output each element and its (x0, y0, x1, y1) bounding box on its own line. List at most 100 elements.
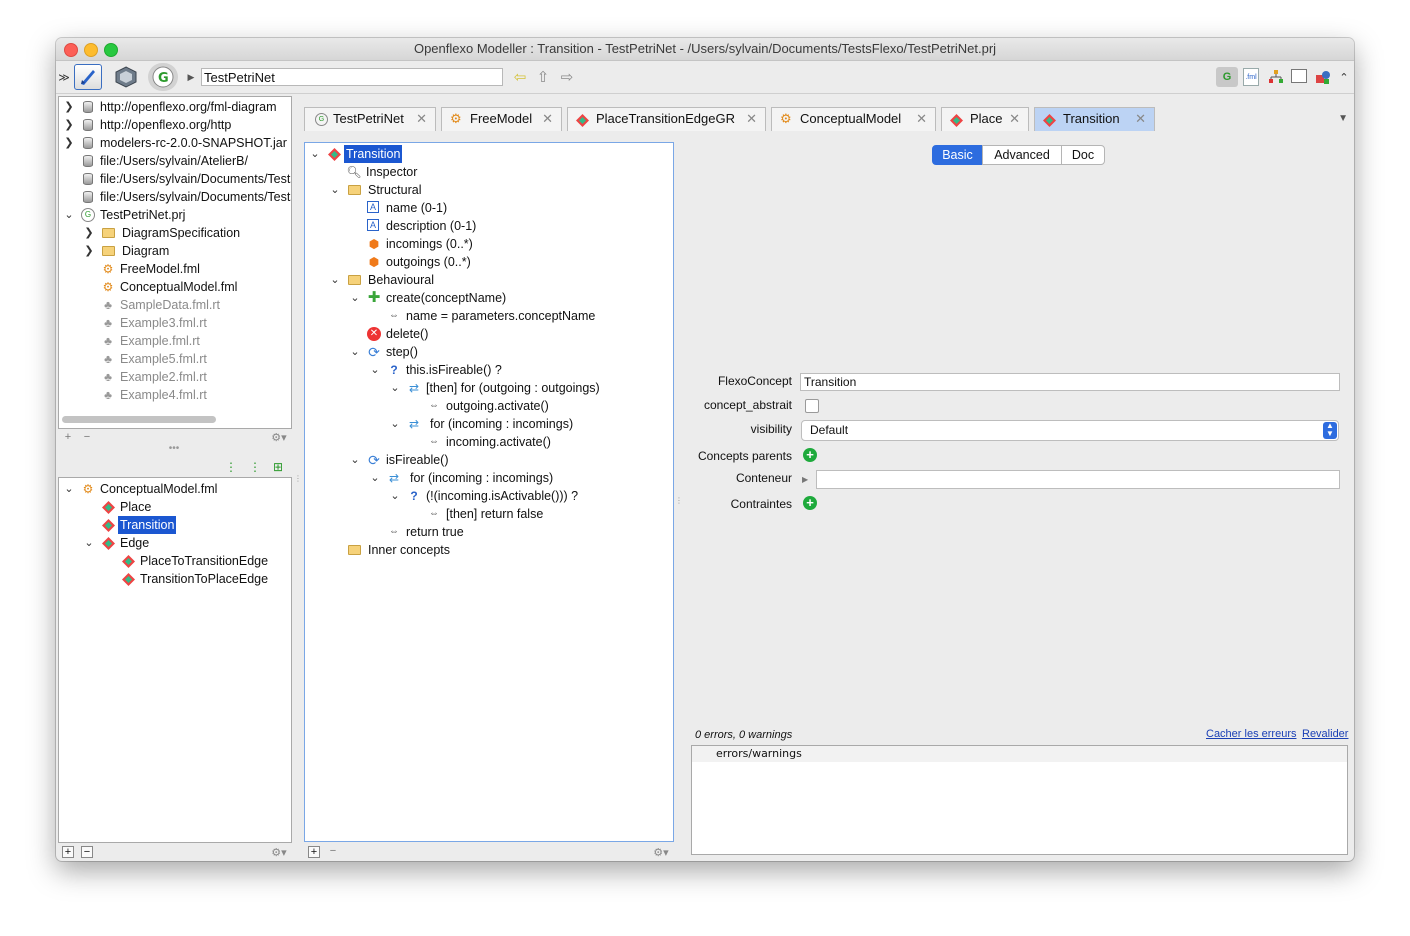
close-tab-icon[interactable]: ✕ (916, 108, 927, 130)
tree-layout-icon[interactable]: ⊞ (270, 459, 286, 475)
chevron-down-icon[interactable]: ⌄ (348, 289, 362, 307)
project-path-field[interactable]: TestPetriNet (201, 68, 503, 86)
add-structure-button[interactable]: + (308, 846, 320, 858)
conteneur-field[interactable] (816, 470, 1340, 489)
tab-freemodel[interactable]: ⚙ FreeModel ✕ (441, 107, 562, 131)
tree-item[interactable]: file:/Users/sylvain/Documents/TestsFlexo (59, 170, 291, 188)
tree-item[interactable]: A description (0-1) (305, 217, 673, 235)
tab-doc[interactable]: Doc (1061, 145, 1105, 165)
close-tab-icon[interactable]: ✕ (542, 108, 553, 130)
cube-perspective-icon[interactable] (112, 64, 140, 90)
chevron-right-icon[interactable]: ❯ (82, 224, 96, 242)
chevron-right-icon[interactable]: ❯ (62, 116, 76, 134)
tab-basic[interactable]: Basic (932, 145, 983, 165)
tree-item[interactable]: ♣ Example5.fml.rt (59, 350, 291, 368)
flexo-concept-field[interactable]: Transition (800, 373, 1340, 391)
tree-item[interactable]: ⇔ incoming.activate() (305, 433, 673, 451)
tree-item[interactable]: file:/Users/sylvain/Documents/TestsFlexo (59, 188, 291, 206)
split-handle-icon[interactable]: ••• (164, 443, 184, 454)
chevron-down-icon[interactable]: ⌄ (328, 271, 342, 289)
tree-item[interactable]: ♣ Example4.fml.rt (59, 386, 291, 404)
chevron-down-icon[interactable]: ⌄ (348, 343, 362, 361)
tree-item[interactable]: file:/Users/sylvain/AtelierB/ (59, 152, 291, 170)
tree-item[interactable]: ⌄ G TestPetriNet.prj (59, 206, 291, 224)
window-layout-icon[interactable] (1291, 69, 1307, 83)
chevron-down-icon[interactable]: ⌄ (368, 469, 382, 487)
horizontal-scrollbar[interactable] (62, 416, 216, 423)
tree-item[interactable]: ❯ http://openflexo.org/http (59, 116, 291, 134)
tree-item[interactable]: ♣ Example2.fml.rt (59, 368, 291, 386)
inspector-split-handle-icon[interactable]: ⋮ (675, 490, 683, 510)
tree-item[interactable]: 🔍︎ Inspector (305, 163, 673, 181)
remove-resource-button[interactable]: − (81, 432, 93, 444)
tree-item[interactable]: ⌄ Behavioural (305, 271, 673, 289)
chevron-down-icon[interactable]: ⌄ (308, 145, 322, 163)
tree-item[interactable]: ♣ SampleData.fml.rt (59, 296, 291, 314)
chevron-down-icon[interactable]: ⌄ (62, 480, 76, 498)
tree-item[interactable]: ⬢ incomings (0..*) (305, 235, 673, 253)
tree-item[interactable]: ❯ http://openflexo.org/fml-diagram (59, 98, 291, 116)
tree-item[interactable]: ⬢ outgoings (0..*) (305, 253, 673, 271)
tree-item[interactable]: Transition (59, 516, 291, 534)
tab-place[interactable]: Place ✕ (941, 107, 1029, 131)
tree-item[interactable]: ⌄ ? (!(incoming.isActivable())) ? (305, 487, 673, 505)
resource-gear-icon[interactable]: ⚙▾ (268, 431, 290, 444)
tree-item[interactable]: ⚙ FreeModel.fml (59, 260, 291, 278)
conteneur-expand-icon[interactable]: ▶ (802, 475, 808, 484)
tree-item[interactable]: ⌄ ⚙ ConceptualModel.fml (59, 480, 291, 498)
chevron-down-icon[interactable]: ⌄ (368, 361, 382, 379)
add-parent-concept-button[interactable]: + (803, 448, 817, 462)
flexo-view-icon[interactable]: G (1216, 67, 1238, 87)
model-tree-gear-icon[interactable]: ⚙▾ (268, 846, 290, 859)
collapse-toolbar-icon[interactable]: ≫ (58, 69, 70, 85)
chevron-right-icon[interactable]: ❯ (82, 242, 96, 260)
tree-item[interactable]: ⇔ name = parameters.conceptName (305, 307, 673, 325)
tree-item[interactable]: ⌄ ✚ create(conceptName) (305, 289, 673, 307)
close-tab-icon[interactable]: ✕ (1009, 108, 1020, 130)
tree-item[interactable]: ⚙ ConceptualModel.fml (59, 278, 291, 296)
modeller-perspective-icon[interactable] (74, 64, 102, 90)
chevron-down-icon[interactable]: ⌄ (82, 534, 96, 552)
tree-item[interactable]: ⌄ ⇄ for (incoming : incomings) (305, 415, 673, 433)
tree-item[interactable]: ⇔ outgoing.activate() (305, 397, 673, 415)
chevron-right-icon[interactable]: ❯ (62, 98, 76, 116)
chevron-down-icon[interactable]: ⌄ (62, 206, 76, 224)
remove-concept-button[interactable]: − (81, 846, 93, 858)
chevron-down-icon[interactable]: ⌄ (348, 451, 362, 469)
tab-transition[interactable]: Transition ✕ (1034, 107, 1155, 131)
remove-structure-button[interactable]: − (327, 846, 339, 858)
tree-item[interactable]: ♣ Example.fml.rt (59, 332, 291, 350)
chevron-right-icon[interactable]: ❯ (62, 134, 76, 152)
tree-item[interactable]: ⇔ return true (305, 523, 673, 541)
close-tab-icon[interactable]: ✕ (1135, 108, 1146, 130)
hide-errors-link[interactable]: Cacher les erreurs (1206, 728, 1296, 740)
tree-item[interactable]: ♣ Example3.fml.rt (59, 314, 291, 332)
tree-item[interactable]: ❯ Diagram (59, 242, 291, 260)
tab-overflow-chevron-icon[interactable]: ▼ (1338, 113, 1348, 124)
tree-item[interactable]: ⌄ ⟳ step() (305, 343, 673, 361)
back-arrow-icon[interactable]: ⇦ (512, 69, 528, 86)
concept-abstrait-checkbox[interactable] (805, 399, 819, 413)
add-constraint-button[interactable]: + (803, 496, 817, 510)
tree-expand-icon[interactable]: ⋮ (224, 459, 238, 475)
tree-item[interactable]: PlaceToTransitionEdge (59, 552, 291, 570)
shapes-palette-icon[interactable] (1314, 68, 1332, 86)
flexo-perspective-icon[interactable]: G (148, 63, 178, 91)
tree-item[interactable]: ⌄ ⇄ for (incoming : incomings) (305, 469, 673, 487)
tree-item[interactable]: ⌄ ⟳ isFireable() (305, 451, 673, 469)
tree-item[interactable]: ⌄ Transition (305, 145, 673, 163)
close-tab-icon[interactable]: ✕ (746, 108, 757, 130)
tree-item[interactable]: Inner concepts (305, 541, 673, 559)
tree-item[interactable]: Place (59, 498, 291, 516)
tree-item[interactable]: TransitionToPlaceEdge (59, 570, 291, 588)
chevron-down-icon[interactable]: ⌄ (328, 181, 342, 199)
tree-item[interactable]: ❯ DiagramSpecification (59, 224, 291, 242)
structure-gear-icon[interactable]: ⚙▾ (650, 846, 672, 859)
chevron-down-icon[interactable]: ⌄ (388, 379, 402, 397)
close-tab-icon[interactable]: ✕ (416, 108, 427, 130)
tree-item[interactable]: ⌄ Edge (59, 534, 291, 552)
tree-item[interactable]: ❯ modelers-rc-2.0.0-SNAPSHOT.jar (59, 134, 291, 152)
tree-item[interactable]: ⌄ ⇄ [then] for (outgoing : outgoings) (305, 379, 673, 397)
expand-toolbar-icon[interactable]: ⌃ (1337, 69, 1351, 85)
hierarchy-view-icon[interactable] (1267, 68, 1285, 86)
